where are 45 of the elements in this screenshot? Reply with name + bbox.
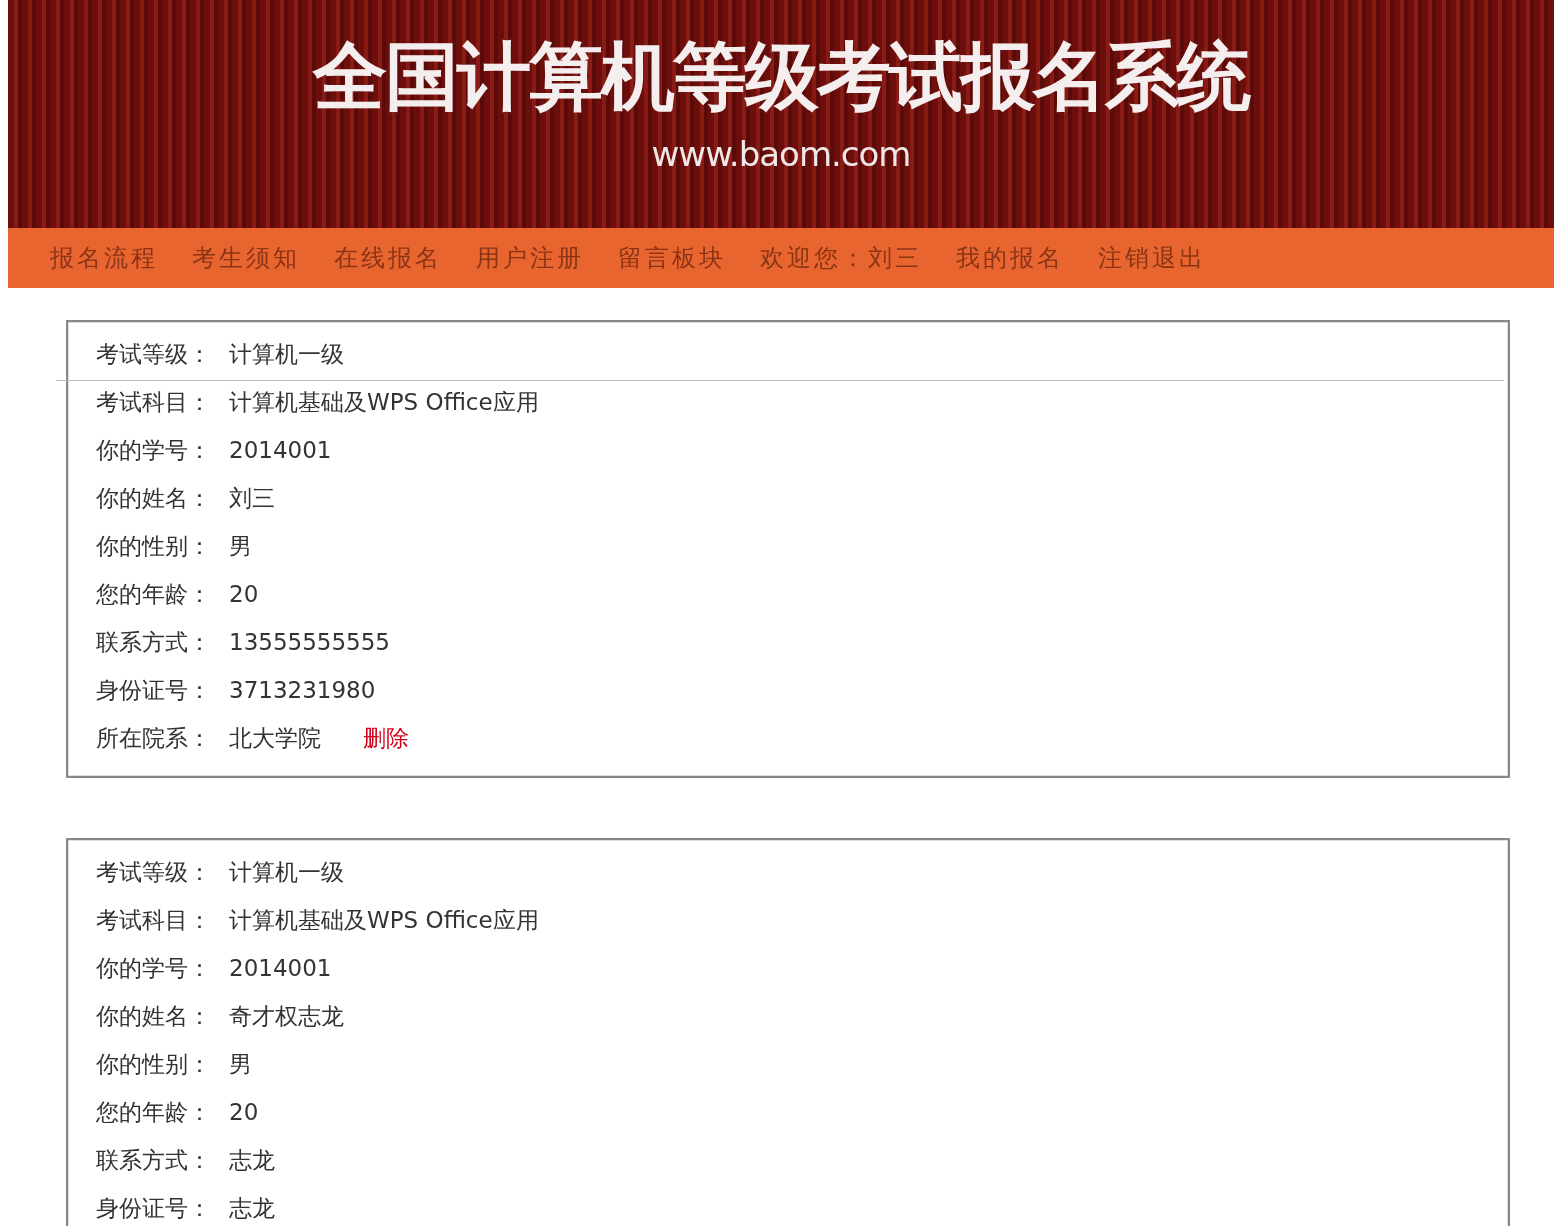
field-value: 志龙 [229, 1193, 275, 1223]
nav-link[interactable]: 用户注册 [476, 242, 584, 274]
field-label: 考试等级： [96, 339, 212, 369]
field-label: 身份证号： [96, 1193, 212, 1223]
nav-link[interactable]: 注销退出 [1098, 242, 1206, 274]
field-value: 刘三 [229, 483, 275, 513]
nav-link[interactable]: 我的报名 [956, 242, 1064, 274]
field-value: 北大学院 [229, 723, 321, 753]
site-url: www.baom.com [651, 134, 911, 174]
field-value: 男 [229, 1049, 252, 1079]
field-label: 你的性别： [96, 1049, 212, 1079]
field-label: 考试科目： [96, 387, 212, 417]
field-value: 2014001 [229, 955, 332, 981]
nav-link[interactable]: 欢迎您：刘三 [760, 242, 922, 274]
field-label: 考试等级： [96, 857, 212, 887]
field-label: 所在院系： [96, 723, 212, 753]
field-label: 你的学号： [96, 953, 212, 983]
field-value: 13555555555 [229, 629, 390, 655]
field-label: 您的年龄： [96, 579, 212, 609]
nav-link[interactable]: 留言板块 [618, 242, 726, 274]
field-value: 奇才权志龙 [229, 1001, 344, 1031]
field-label: 你的姓名： [96, 1001, 212, 1031]
field-value: 计算机一级 [229, 339, 344, 369]
field-label: 您的年龄： [96, 1097, 212, 1127]
field-value: 男 [229, 531, 252, 561]
field-label: 身份证号： [96, 675, 212, 705]
field-value: 计算机基础及WPS Office应用 [229, 905, 539, 935]
field-value: 20 [229, 581, 259, 607]
field-value: 计算机基础及WPS Office应用 [229, 387, 539, 417]
field-label: 你的学号： [96, 435, 212, 465]
field-label: 你的姓名： [96, 483, 212, 513]
field-value: 计算机一级 [229, 857, 344, 887]
nav-link[interactable]: 考生须知 [192, 242, 300, 274]
field-label: 你的性别： [96, 531, 212, 561]
field-label: 联系方式： [96, 1145, 212, 1175]
field-value: 3713231980 [229, 677, 376, 703]
delete-link[interactable]: 删除 [363, 722, 409, 754]
nav-link[interactable]: 在线报名 [334, 242, 442, 274]
field-label: 联系方式： [96, 627, 212, 657]
field-value: 20 [229, 1099, 259, 1125]
site-title: 全国计算机等级考试报名系统 [313, 32, 1249, 121]
field-label: 考试科目： [96, 905, 212, 935]
nav-link[interactable]: 报名流程 [50, 242, 158, 274]
field-value: 2014001 [229, 437, 332, 463]
field-value: 志龙 [229, 1145, 275, 1175]
